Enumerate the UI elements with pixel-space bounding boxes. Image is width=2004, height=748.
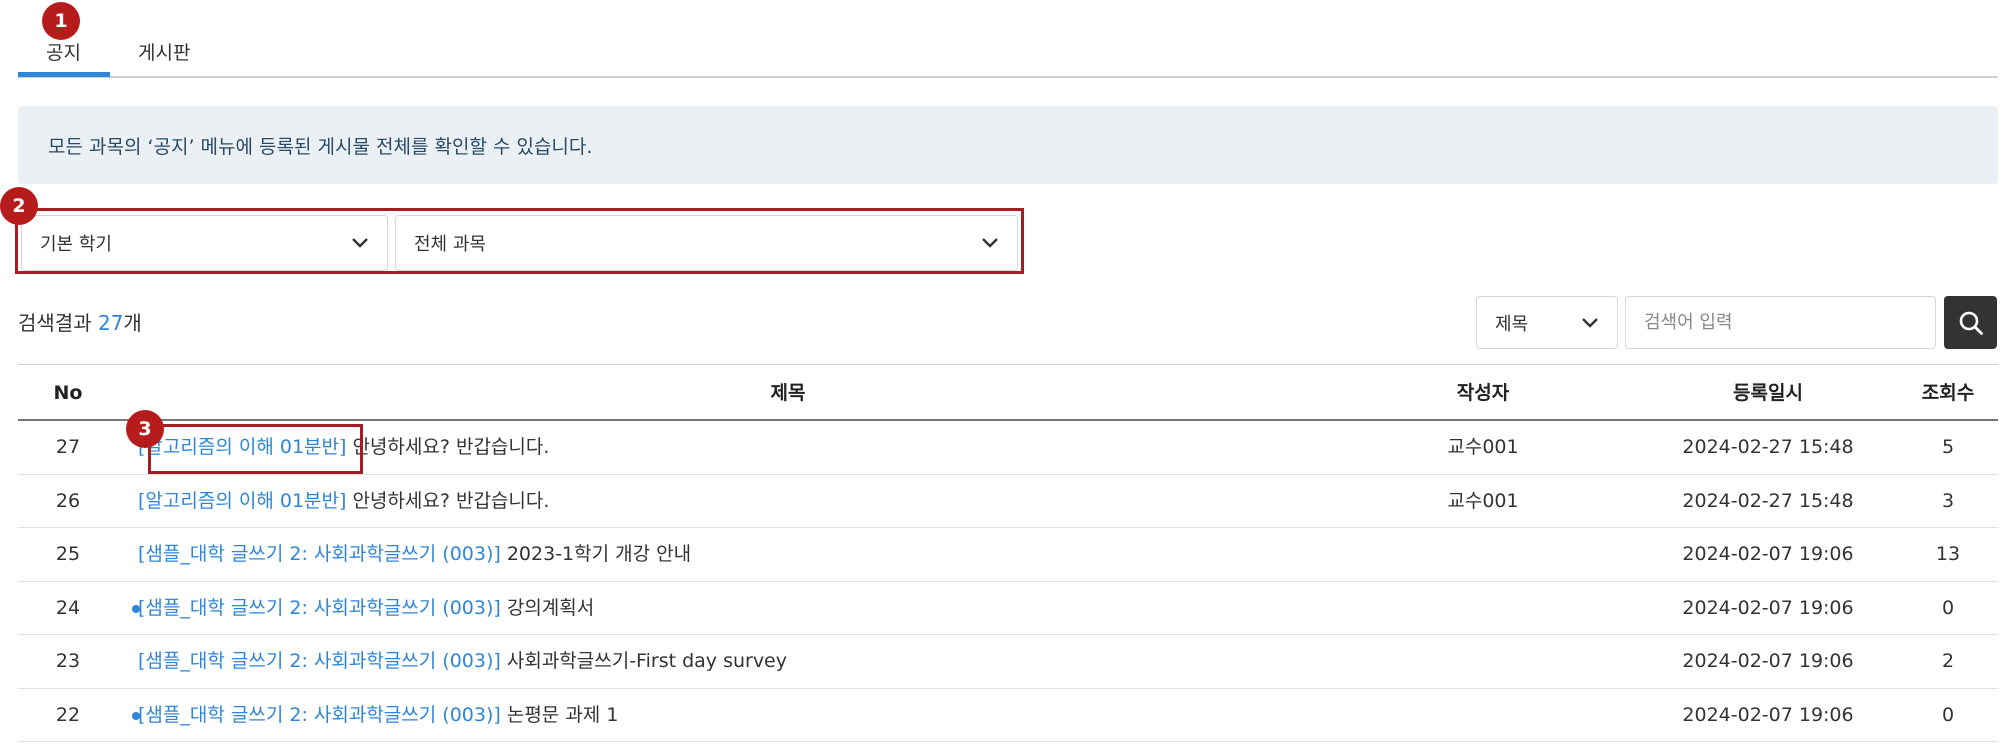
semester-select-value: 기본 학기 <box>40 234 112 255</box>
semester-select[interactable]: 기본 학기 <box>21 215 388 271</box>
chevron-down-icon <box>1582 317 1598 328</box>
course-select[interactable]: 전체 과목 <box>395 215 1018 271</box>
step-badge-2: 2 <box>0 187 38 225</box>
course-link[interactable]: [알고리즘의 이해 01분반] <box>138 490 346 512</box>
active-tab-indicator <box>18 72 110 77</box>
table-row[interactable]: 24 [샘플_대학 글쓰기 2: 사회과학글쓰기 (003)] 강의계획서 20… <box>18 582 1998 635</box>
row-date: 2024-02-07 19:06 <box>1682 543 1854 565</box>
course-link[interactable]: [알고리즘의 이해 01분반] <box>138 436 346 458</box>
row-views: 0 <box>1941 596 1955 619</box>
table-header: No 제목 작성자 등록일시 조회수 <box>18 364 1998 421</box>
row-no: 27 <box>55 436 81 458</box>
row-no: 25 <box>55 543 81 565</box>
row-date: 2024-02-27 15:48 <box>1682 436 1854 458</box>
post-title[interactable]: 안녕하세요? 반갑습니다. <box>346 490 549 512</box>
course-select-value: 전체 과목 <box>414 234 486 255</box>
row-title[interactable]: [알고리즘의 이해 01분반] 안녕하세요? 반갑습니다. <box>138 421 1438 474</box>
search-button[interactable] <box>1944 296 1997 349</box>
step-badge-3: 3 <box>126 410 164 448</box>
course-link[interactable]: [샘플_대학 글쓰기 2: 사회과학글쓰기 (003)] <box>138 650 501 672</box>
row-views: 5 <box>1941 436 1955 458</box>
row-no: 22 <box>55 703 81 726</box>
info-banner: 모든 과목의 ‘공지’ 메뉴에 등록된 게시물 전체를 확인할 수 있습니다. <box>18 106 1998 184</box>
row-author: 교수001 <box>1447 489 1519 512</box>
row-views: 2 <box>1941 650 1955 672</box>
course-link[interactable]: [샘플_대학 글쓰기 2: 사회과학글쓰기 (003)] <box>138 543 501 565</box>
row-author <box>1428 635 1538 688</box>
row-date: 2024-02-07 19:06 <box>1682 703 1854 726</box>
result-count: 검색결과 27개 <box>18 307 142 336</box>
row-date: 2024-02-27 15:48 <box>1682 489 1854 512</box>
header-no: No <box>53 382 83 404</box>
tab-bar: 공지 게시판 <box>18 0 1998 78</box>
row-date: 2024-02-07 19:06 <box>1682 650 1854 672</box>
table-row[interactable]: 26 [알고리즘의 이해 01분반] 안녕하세요? 반갑습니다. 교수001 2… <box>18 475 1998 528</box>
notice-table: No 제목 작성자 등록일시 조회수 27 [알고리즘의 이해 01분반] 안녕… <box>18 364 1998 742</box>
post-title[interactable]: 논평문 과제 1 <box>501 704 619 726</box>
header-author: 작성자 <box>1456 382 1510 404</box>
row-title[interactable]: [샘플_대학 글쓰기 2: 사회과학글쓰기 (003)] 논평문 과제 1 <box>138 689 1438 742</box>
table-row[interactable]: 27 [알고리즘의 이해 01분반] 안녕하세요? 반갑습니다. 교수001 2… <box>18 421 1998 475</box>
row-date: 2024-02-07 19:06 <box>1682 596 1854 619</box>
post-title[interactable]: 2023-1학기 개강 안내 <box>501 543 691 565</box>
table-row[interactable]: 25 [샘플_대학 글쓰기 2: 사회과학글쓰기 (003)] 2023-1학기… <box>18 528 1998 582</box>
search-field-select[interactable]: 제목 <box>1476 296 1618 349</box>
chevron-down-icon <box>352 238 368 248</box>
search-field-value: 제목 <box>1495 313 1529 335</box>
header-views: 조회수 <box>1921 382 1975 404</box>
table-row[interactable]: 23 [샘플_대학 글쓰기 2: 사회과학글쓰기 (003)] 사회과학글쓰기-… <box>18 635 1998 689</box>
result-count-suffix: 개 <box>123 311 142 335</box>
row-author <box>1428 582 1538 635</box>
row-title[interactable]: [샘플_대학 글쓰기 2: 사회과학글쓰기 (003)] 2023-1학기 개강… <box>138 528 1438 581</box>
row-views: 0 <box>1941 703 1955 726</box>
header-title: 제목 <box>770 382 806 404</box>
tab-notice[interactable]: 공지 <box>46 38 81 65</box>
chevron-down-icon <box>982 238 998 248</box>
course-link[interactable]: [샘플_대학 글쓰기 2: 사회과학글쓰기 (003)] <box>138 597 501 619</box>
filter-highlight-box: 기본 학기 전체 과목 <box>15 208 1024 274</box>
row-author <box>1428 528 1538 581</box>
step-badge-1: 1 <box>42 2 80 40</box>
notice-page: 공지 게시판 1 모든 과목의 ‘공지’ 메뉴에 등록된 게시물 전체를 확인할… <box>0 0 2004 748</box>
row-title[interactable]: [샘플_대학 글쓰기 2: 사회과학글쓰기 (003)] 사회과학글쓰기-Fir… <box>138 635 1438 688</box>
row-title[interactable]: [알고리즘의 이해 01분반] 안녕하세요? 반갑습니다. <box>138 475 1438 528</box>
row-author <box>1428 689 1538 742</box>
course-link[interactable]: [샘플_대학 글쓰기 2: 사회과학글쓰기 (003)] <box>138 704 501 726</box>
row-views: 3 <box>1941 489 1955 512</box>
post-title[interactable]: 안녕하세요? 반갑습니다. <box>346 436 549 458</box>
search-icon <box>1959 311 1983 335</box>
row-no: 23 <box>55 650 81 672</box>
row-no: 26 <box>55 489 81 512</box>
result-count-prefix: 검색결과 <box>18 311 98 335</box>
row-views: 13 <box>1935 543 1961 565</box>
row-author: 교수001 <box>1447 436 1519 458</box>
tab-board[interactable]: 게시판 <box>138 38 190 65</box>
post-title[interactable]: 사회과학글쓰기-First day survey <box>501 650 787 672</box>
post-title[interactable]: 강의계획서 <box>501 597 594 619</box>
search-input[interactable] <box>1625 296 1936 349</box>
row-title[interactable]: [샘플_대학 글쓰기 2: 사회과학글쓰기 (003)] 강의계획서 <box>138 582 1438 635</box>
result-count-number: 27 <box>97 311 124 335</box>
table-row[interactable]: 22 [샘플_대학 글쓰기 2: 사회과학글쓰기 (003)] 논평문 과제 1… <box>18 689 1998 742</box>
row-no: 24 <box>55 596 81 619</box>
header-date: 등록일시 <box>1733 382 1803 404</box>
